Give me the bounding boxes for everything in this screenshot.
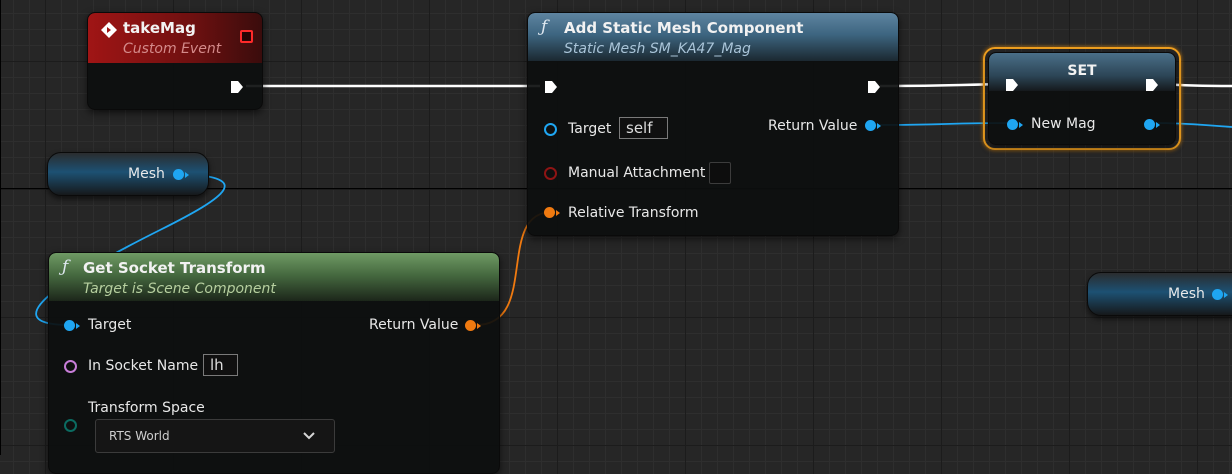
return-value-output-pin[interactable] (465, 320, 481, 331)
delegate-square-icon[interactable] (240, 30, 253, 43)
transform-space-dropdown[interactable]: RTS World (95, 419, 335, 453)
mesh-output-pin[interactable] (1212, 289, 1228, 300)
add-static-mesh-component-node[interactable]: ƒ Add Static Mesh Component Static Mesh … (527, 12, 899, 236)
add-mesh-title: Add Static Mesh Component (564, 19, 804, 37)
mesh-variable-getter-node[interactable]: Mesh (47, 152, 209, 196)
mesh-output-pin[interactable] (173, 169, 189, 180)
set-variable-node[interactable]: SET New Mag (988, 52, 1176, 145)
transform-space-label: Transform Space (88, 400, 205, 416)
exec-output-pin[interactable] (867, 80, 881, 94)
target-label: Target (568, 121, 612, 137)
new-mag-input-pin[interactable] (1007, 119, 1023, 130)
transform-space-pin[interactable] (64, 419, 77, 432)
socket-name-label: In Socket Name (88, 358, 199, 374)
event-title: takeMag (123, 19, 196, 37)
relative-transform-label: Relative Transform (568, 205, 699, 221)
target-value-field[interactable]: self (619, 117, 668, 139)
target-input-pin[interactable] (64, 320, 80, 331)
event-subtitle: Custom Event (123, 41, 222, 57)
manual-attachment-label: Manual Attachment (568, 165, 706, 181)
return-value-label: Return Value (768, 118, 858, 134)
exec-input-pin[interactable] (544, 80, 558, 94)
transform-space-value: RTS World (109, 429, 170, 443)
mesh-variable-label: Mesh (128, 166, 165, 182)
take-mag-custom-event-node[interactable]: takeMag Custom Event (87, 12, 263, 110)
return-value-label: Return Value (369, 317, 459, 333)
set-node-title: SET (1067, 63, 1097, 79)
graph-origin-vertical-line (0, 0, 1, 455)
add-mesh-subtitle: Static Mesh SM_KA47_Mag (564, 41, 751, 57)
event-diamond-icon (101, 22, 117, 38)
exec-output-pin[interactable] (230, 80, 244, 94)
chevron-down-icon (303, 432, 315, 440)
manual-attachment-pin[interactable] (544, 167, 557, 180)
return-value-output-pin[interactable] (865, 120, 881, 131)
socket-name-field[interactable]: lh (203, 354, 238, 376)
get-socket-transform-node[interactable]: ƒ Get Socket Transform Target is Scene C… (48, 252, 500, 474)
mesh-variable-getter-node-right[interactable]: Mesh (1087, 272, 1232, 316)
target-input-pin[interactable] (544, 123, 557, 136)
exec-output-pin[interactable] (1145, 78, 1159, 92)
get-socket-title: Get Socket Transform (83, 259, 266, 277)
target-label: Target (88, 317, 132, 333)
relative-transform-input-pin[interactable] (544, 207, 560, 218)
new-mag-label: New Mag (1031, 116, 1096, 132)
function-icon: ƒ (62, 257, 69, 277)
mesh-variable-label: Mesh (1168, 286, 1205, 302)
exec-input-pin[interactable] (1005, 78, 1019, 92)
get-socket-subtitle: Target is Scene Component (83, 281, 276, 297)
manual-attachment-checkbox[interactable] (709, 162, 731, 184)
socket-name-pin[interactable] (64, 360, 77, 373)
blueprint-graph-canvas[interactable]: takeMag Custom Event ƒ Add Static Mesh C… (0, 0, 1232, 474)
new-mag-output-pin[interactable] (1144, 119, 1160, 130)
function-icon: ƒ (541, 17, 548, 37)
